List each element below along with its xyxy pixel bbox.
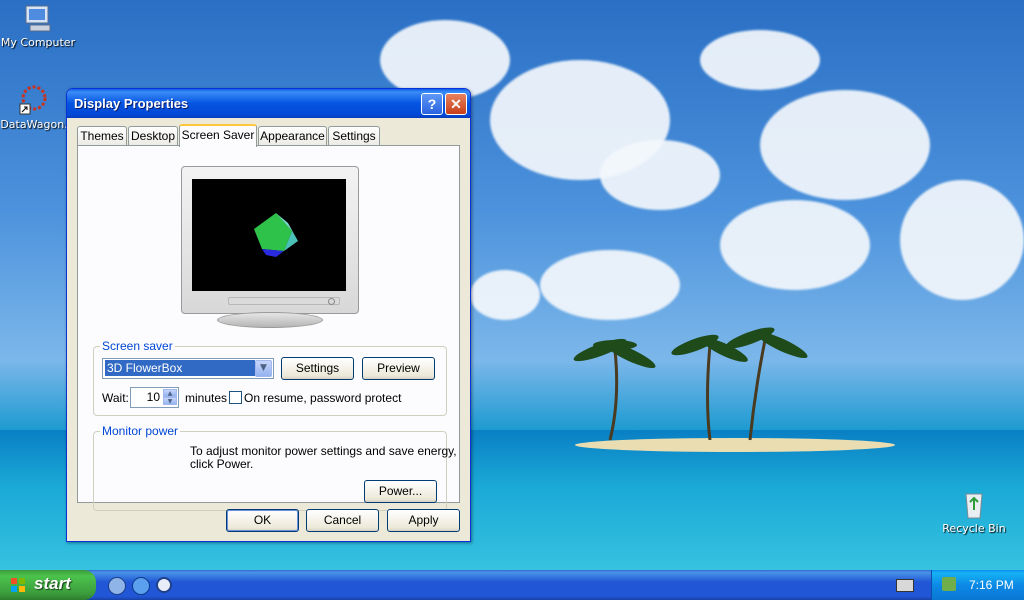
- network-icon[interactable]: [942, 577, 956, 591]
- window-title: Display Properties: [74, 96, 189, 111]
- media-player-icon[interactable]: [156, 577, 172, 593]
- tab-appearance[interactable]: Appearance: [258, 126, 327, 145]
- start-button[interactable]: start: [0, 570, 96, 600]
- tab-screen-saver[interactable]: Screen Saver: [179, 124, 257, 147]
- chevron-down-icon[interactable]: ▼: [255, 360, 272, 377]
- desktop-icon-label: Recycle Bin: [942, 522, 1006, 535]
- spin-down-icon[interactable]: ▼: [163, 397, 177, 405]
- datawagon-icon: [19, 85, 47, 115]
- help-icon: ?: [427, 96, 437, 112]
- ok-button[interactable]: OK: [226, 509, 299, 532]
- monitor-power-group: Monitor power To adjust monitor power se…: [93, 424, 457, 511]
- keyboard-icon[interactable]: [896, 579, 914, 592]
- password-protect-checkbox[interactable]: [229, 391, 242, 404]
- close-button[interactable]: ✕: [445, 93, 467, 115]
- taskbar: start 7:16 PM: [0, 570, 1024, 600]
- wait-label: Wait:: [102, 391, 129, 405]
- screen-saver-selected: 3D FlowerBox: [105, 360, 255, 376]
- wait-stepper[interactable]: 10 ▲ ▼: [130, 387, 179, 408]
- help-button[interactable]: ?: [421, 93, 443, 115]
- tab-settings[interactable]: Settings: [328, 126, 380, 145]
- tab-themes[interactable]: Themes: [77, 126, 127, 145]
- desktop-icon-label: My Computer: [0, 36, 76, 49]
- preview-button[interactable]: Preview: [362, 357, 435, 380]
- display-properties-window: Display Properties ? ✕ Themes Desktop Sc…: [66, 88, 471, 542]
- monitor-power-group-label: Monitor power: [100, 424, 181, 438]
- monitor-power-description-2: click Power.: [190, 457, 254, 471]
- monitor-power-description: To adjust monitor power settings and sav…: [190, 444, 457, 458]
- show-desktop-icon[interactable]: [108, 577, 126, 595]
- my-computer-icon: [25, 5, 51, 32]
- password-protect-label[interactable]: On resume, password protect: [244, 391, 401, 405]
- screen-saver-panel: Screen saver 3D FlowerBox ▼ Settings Pre…: [77, 145, 460, 511]
- desktop-icon-label: DataWagon.: [0, 118, 68, 131]
- settings-button[interactable]: Settings: [281, 357, 354, 380]
- desktop-icon-recycle-bin[interactable]: Recycle Bin: [934, 488, 1014, 535]
- desktop-icon-datawagon[interactable]: DataWagon.: [0, 84, 74, 131]
- monitor-bezel: [228, 297, 340, 305]
- tab-desktop[interactable]: Desktop: [128, 126, 178, 145]
- screen-saver-group-label: Screen saver: [100, 339, 175, 353]
- monitor-power-led: [328, 298, 335, 305]
- wait-value: 10: [146, 390, 160, 404]
- system-tray: 7:16 PM: [931, 570, 1024, 600]
- windows-flag-icon: [11, 578, 25, 592]
- close-icon: ✕: [450, 96, 462, 112]
- power-button[interactable]: Power...: [364, 480, 437, 503]
- preview-screen: [192, 179, 346, 291]
- screen-saver-select[interactable]: 3D FlowerBox ▼: [102, 358, 274, 379]
- cancel-button[interactable]: Cancel: [306, 509, 379, 532]
- clock[interactable]: 7:16 PM: [969, 578, 1014, 592]
- monitor-stand: [217, 312, 323, 328]
- spin-up-icon[interactable]: ▲: [163, 389, 177, 397]
- recycle-bin-icon: [965, 493, 983, 519]
- monitor-preview: [181, 166, 359, 314]
- screen-saver-group: Screen saver 3D FlowerBox ▼ Settings Pre…: [93, 339, 447, 416]
- flowerbox-icon: [254, 213, 298, 257]
- title-bar[interactable]: Display Properties ? ✕: [67, 89, 470, 118]
- minutes-label: minutes: [185, 391, 228, 405]
- apply-button[interactable]: Apply: [387, 509, 460, 532]
- start-label: start: [34, 574, 71, 593]
- internet-explorer-icon[interactable]: [132, 577, 150, 595]
- desktop-icon-my-computer[interactable]: My Computer: [0, 2, 78, 49]
